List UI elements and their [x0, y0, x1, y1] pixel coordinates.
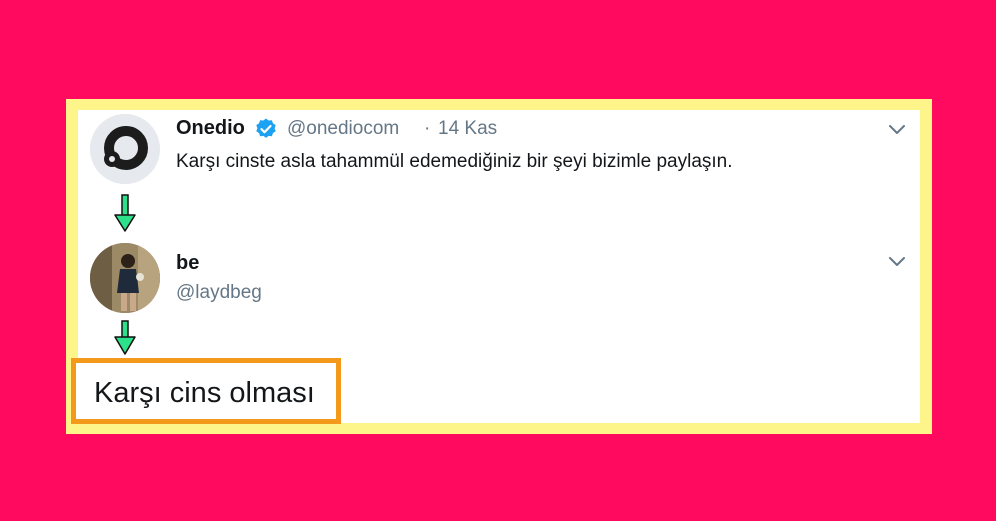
user-avatar[interactable] [90, 243, 160, 313]
green-down-arrow-icon [114, 194, 136, 232]
onedio-logo-icon [90, 114, 160, 184]
reply-text: Karşı cins olması [94, 377, 315, 409]
reply-author-handle[interactable]: @laydbeg [176, 282, 262, 304]
verified-badge-icon [256, 118, 276, 138]
tweet-text: Karşı cinste asla tahammül edemediğiniz … [176, 151, 733, 172]
user-photo-avatar [90, 243, 160, 313]
reply-highlight-box: Karşı cins olması [71, 358, 341, 424]
chevron-down-icon[interactable] [886, 250, 908, 272]
author-handle[interactable]: @onediocom [287, 118, 399, 140]
reply-author-name[interactable]: be [176, 252, 199, 275]
separator-dot: · [424, 118, 431, 139]
chevron-down-icon[interactable] [886, 118, 908, 140]
green-down-arrow-icon [114, 320, 136, 355]
onedio-avatar[interactable] [90, 114, 160, 184]
author-name[interactable]: Onedio [176, 117, 245, 140]
tweet-date[interactable]: 14 Kas [438, 118, 497, 140]
